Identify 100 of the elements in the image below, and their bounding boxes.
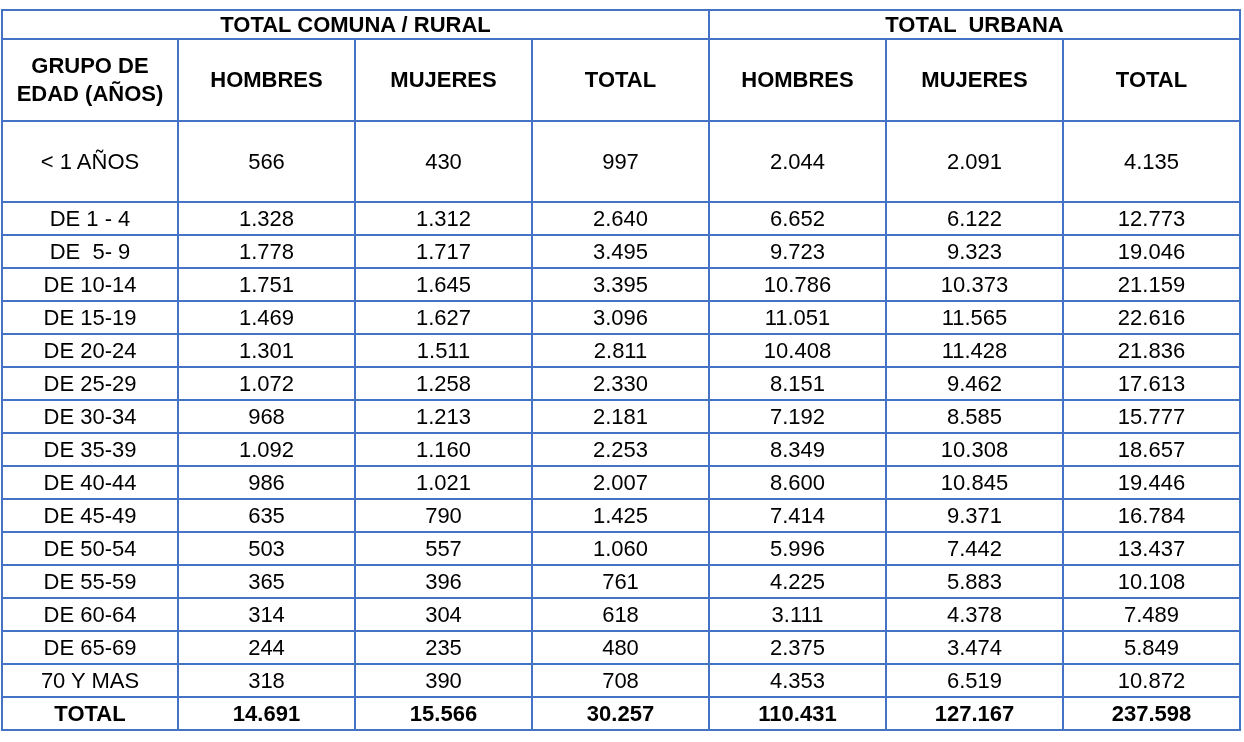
table-cell: 4.353 [709,664,886,697]
table-cell: 11.428 [886,334,1063,367]
column-header: MUJERES [886,39,1063,121]
table-cell: DE 35-39 [2,433,178,466]
table-cell: DE 30-34 [2,400,178,433]
table-cell: 3.495 [532,235,709,268]
table-cell: 2.007 [532,466,709,499]
table-cell: 9.462 [886,367,1063,400]
table-cell: 3.096 [532,301,709,334]
table-cell: 11.565 [886,301,1063,334]
table-cell: 318 [178,664,355,697]
table-cell: 10.872 [1063,664,1240,697]
table-cell: 1.627 [355,301,532,334]
table-cell: 7.414 [709,499,886,532]
table-cell: 10.373 [886,268,1063,301]
table-cell: 1.425 [532,499,709,532]
table-cell: TOTAL [2,697,178,730]
table-cell: 7.489 [1063,598,1240,631]
table-cell: 5.883 [886,565,1063,598]
table-cell: 8.600 [709,466,886,499]
table-cell: 997 [532,121,709,202]
table-cell: 21.159 [1063,268,1240,301]
column-header: GRUPO DE EDAD (AÑOS) [2,39,178,121]
table-cell: 1.328 [178,202,355,235]
table-cell: 1.258 [355,367,532,400]
table-cell: 10.845 [886,466,1063,499]
table-cell: 127.167 [886,697,1063,730]
table-cell: 708 [532,664,709,697]
table-cell: 790 [355,499,532,532]
table-cell: 6.652 [709,202,886,235]
table-cell: 237.598 [1063,697,1240,730]
table-cell: 9.323 [886,235,1063,268]
table-cell: 3.111 [709,598,886,631]
table-cell: 1.469 [178,301,355,334]
table-cell: 1.213 [355,400,532,433]
table-cell: 365 [178,565,355,598]
table-cell: 2.330 [532,367,709,400]
table-cell: 16.784 [1063,499,1240,532]
group-header: TOTAL URBANA [709,10,1240,39]
column-header: TOTAL [532,39,709,121]
table-cell: DE 1 - 4 [2,202,178,235]
table-cell: 22.616 [1063,301,1240,334]
table-cell: 8.151 [709,367,886,400]
table-cell: 1.160 [355,433,532,466]
table-cell: 1.092 [178,433,355,466]
table-cell: 390 [355,664,532,697]
table-cell: 2.091 [886,121,1063,202]
table-cell: 1.717 [355,235,532,268]
table-cell: 557 [355,532,532,565]
table-cell: 314 [178,598,355,631]
table-cell: 15.777 [1063,400,1240,433]
table-cell: 1.072 [178,367,355,400]
table-cell: 2.811 [532,334,709,367]
table-cell: DE 20-24 [2,334,178,367]
table-cell: 21.836 [1063,334,1240,367]
table-cell: 1.778 [178,235,355,268]
table-cell: 5.996 [709,532,886,565]
table-cell: 110.431 [709,697,886,730]
table-cell: 968 [178,400,355,433]
table-cell: DE 25-29 [2,367,178,400]
table-cell: 3.474 [886,631,1063,664]
table-cell: 986 [178,466,355,499]
table-cell: 635 [178,499,355,532]
table-cell: 618 [532,598,709,631]
table-cell: 2.044 [709,121,886,202]
table-cell: 10.308 [886,433,1063,466]
column-header: HOMBRES [709,39,886,121]
table-cell: 235 [355,631,532,664]
table-cell: 4.378 [886,598,1063,631]
table-cell: 4.225 [709,565,886,598]
table-cell: 2.253 [532,433,709,466]
table-cell: DE 5- 9 [2,235,178,268]
table-cell: 18.657 [1063,433,1240,466]
table-cell: 6.122 [886,202,1063,235]
table-cell: DE 50-54 [2,532,178,565]
table-cell: 480 [532,631,709,664]
table-cell: 12.773 [1063,202,1240,235]
table-cell: DE 45-49 [2,499,178,532]
table-cell: 10.786 [709,268,886,301]
table-cell: 1.301 [178,334,355,367]
table-cell: 7.442 [886,532,1063,565]
table-cell: < 1 AÑOS [2,121,178,202]
table-cell: 430 [355,121,532,202]
table-cell: DE 40-44 [2,466,178,499]
group-header: TOTAL COMUNA / RURAL [2,10,709,39]
column-header: MUJERES [355,39,532,121]
table-cell: 2.640 [532,202,709,235]
table-cell: 15.566 [355,697,532,730]
table-cell: 1.751 [178,268,355,301]
table-cell: 566 [178,121,355,202]
table-cell: 19.446 [1063,466,1240,499]
table-cell: 2.181 [532,400,709,433]
table-cell: 9.371 [886,499,1063,532]
table-cell: 10.408 [709,334,886,367]
table-cell: 4.135 [1063,121,1240,202]
table-cell: 1.060 [532,532,709,565]
table-cell: DE 15-19 [2,301,178,334]
column-header: HOMBRES [178,39,355,121]
table-cell: 7.192 [709,400,886,433]
table-cell: 5.849 [1063,631,1240,664]
